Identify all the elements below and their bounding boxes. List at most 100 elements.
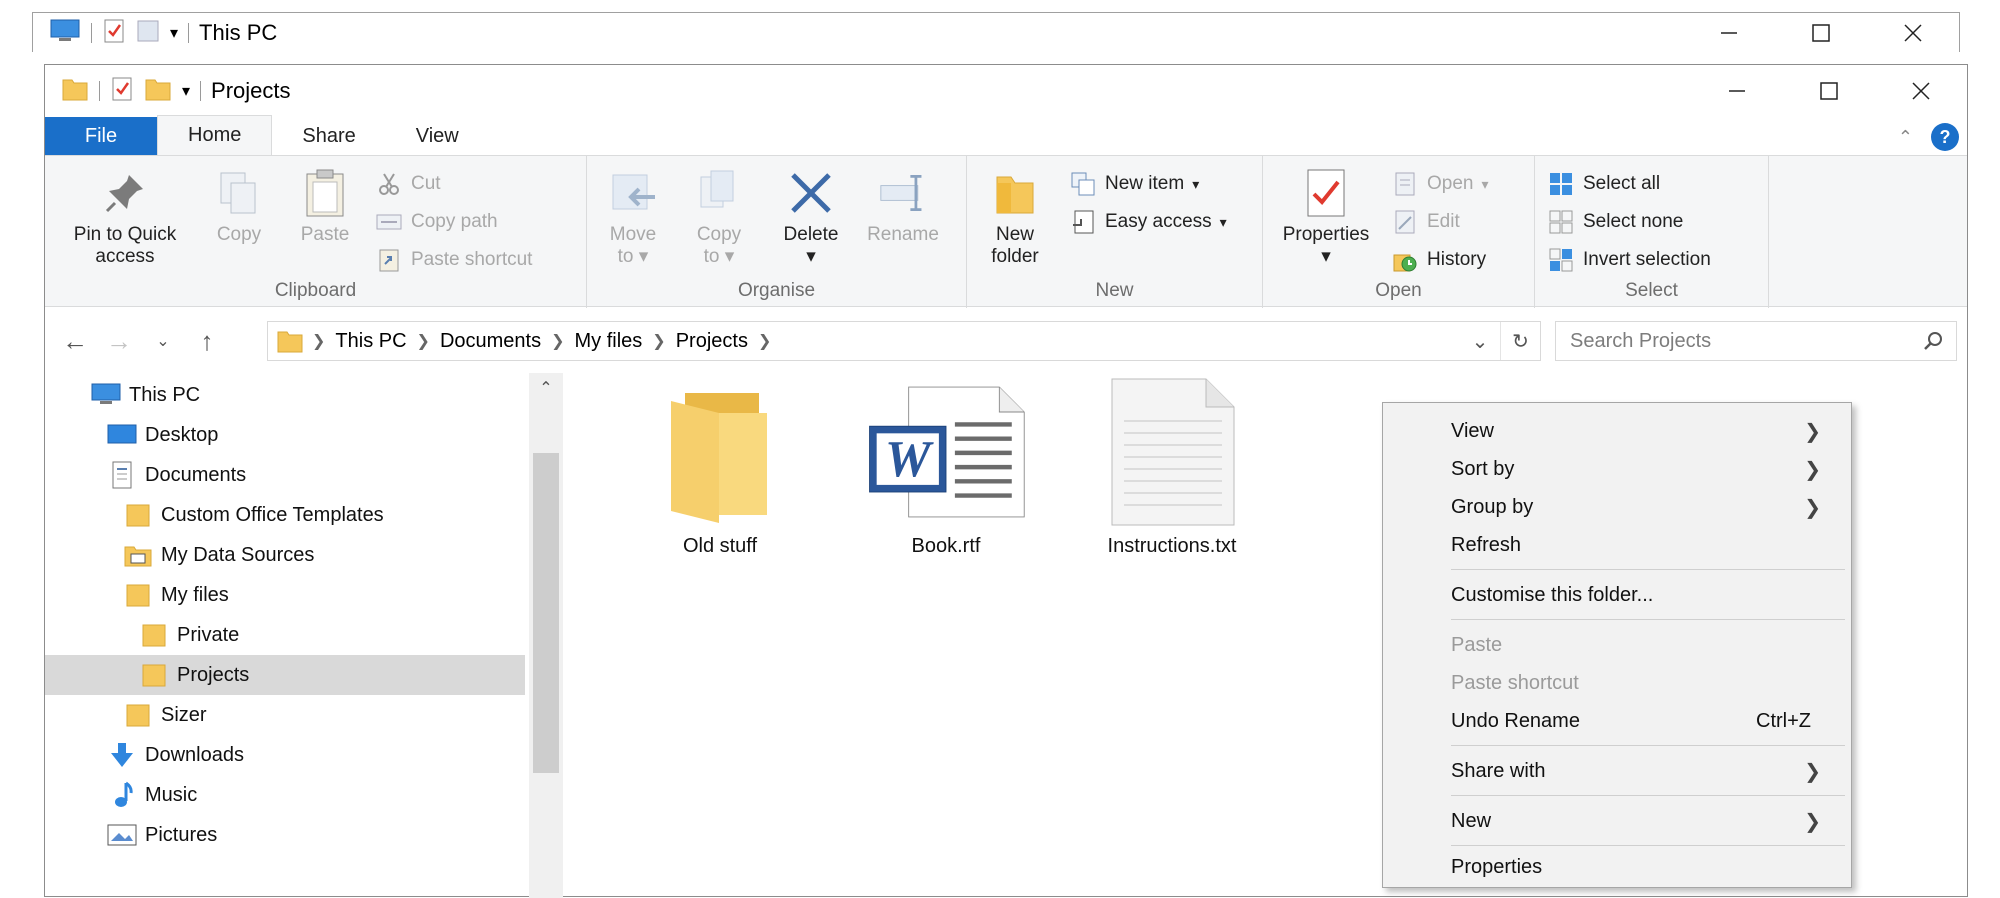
edit-button[interactable]: Edit	[1391, 208, 1460, 236]
clipboard-group: Pin to Quick access Copy Paste Cut Copy …	[45, 156, 587, 308]
cut-button[interactable]: Cut	[375, 170, 441, 198]
tree-item-my-data-sources[interactable]: My Data Sources	[45, 535, 525, 575]
file-item-book-rtf[interactable]: W Book.rtf	[841, 377, 1051, 558]
copy-to-button[interactable]: Copy to ▾	[683, 168, 755, 268]
chevron-down-icon[interactable]: ▾	[182, 81, 190, 101]
tab-file[interactable]: File	[45, 117, 157, 155]
forward-arrow-icon[interactable]: →	[97, 321, 141, 361]
select-all-icon	[1547, 170, 1575, 198]
tree-item-desktop[interactable]: Desktop	[45, 415, 525, 455]
breadcrumb-separator-icon[interactable]: ❯	[417, 331, 430, 351]
breadcrumb-projects[interactable]: Projects	[666, 330, 758, 353]
help-icon[interactable]: ?	[1931, 123, 1959, 151]
select-all-button[interactable]: Select all	[1547, 170, 1660, 198]
copy-button[interactable]: Copy	[199, 168, 279, 246]
delete-button[interactable]: Delete ▾	[767, 168, 855, 268]
properties-check-icon[interactable]	[102, 18, 126, 49]
tree-item-pictures[interactable]: Pictures	[45, 815, 525, 855]
refresh-icon[interactable]: ↻	[1500, 322, 1540, 360]
open-button[interactable]: Open ▾	[1391, 170, 1489, 198]
scroll-up-chevron-icon[interactable]: ⌃	[529, 373, 563, 403]
menu-item-share-with[interactable]: Share with ❯	[1383, 753, 1851, 789]
new-folder-button[interactable]: New folder	[977, 168, 1053, 268]
background-window-title: This PC	[199, 20, 278, 45]
tree-item-this-pc[interactable]: This PC	[45, 375, 525, 415]
new-item-button[interactable]: New item ▾	[1069, 170, 1199, 198]
paste-button[interactable]: Paste	[285, 168, 365, 246]
menu-item-properties[interactable]: Properties	[1383, 849, 1851, 885]
tree-item-custom-office-templates[interactable]: Custom Office Templates	[45, 495, 525, 535]
breadcrumb-separator-icon[interactable]: ❯	[312, 331, 325, 351]
new-folder-icon[interactable]	[144, 76, 172, 107]
move-to-button[interactable]: Move to ▾	[597, 168, 669, 268]
history-button[interactable]: History	[1391, 246, 1486, 274]
menu-item-undo-rename[interactable]: Undo Rename Ctrl+Z	[1383, 703, 1851, 739]
new-folder-icon	[991, 168, 1039, 218]
menu-item-view[interactable]: View ❯	[1383, 413, 1851, 449]
pictures-icon	[107, 821, 137, 849]
breadcrumb-documents[interactable]: Documents	[430, 330, 551, 353]
close-button[interactable]	[1875, 65, 1967, 117]
navigation-pane-scrollbar[interactable]: ⌃	[529, 373, 563, 898]
invert-selection-button[interactable]: Invert selection	[1547, 246, 1711, 274]
select-none-button[interactable]: Select none	[1547, 208, 1683, 236]
tree-item-private[interactable]: Private	[45, 615, 525, 655]
easy-access-button[interactable]: Easy access ▾	[1069, 208, 1227, 236]
scrollbar-thumb[interactable]	[533, 453, 559, 773]
delete-x-icon	[787, 168, 835, 218]
tab-view[interactable]: View	[386, 117, 489, 155]
breadcrumb-separator-icon[interactable]: ❯	[652, 331, 665, 351]
folder-icon	[139, 621, 169, 649]
paste-shortcut-button[interactable]: Paste shortcut	[375, 246, 532, 274]
address-bar-controls: ⌄ ↻	[1460, 322, 1540, 360]
context-menu: View ❯ Sort by ❯ Group by ❯ Refresh Cust…	[1382, 402, 1852, 888]
copy-path-button[interactable]: Copy path	[375, 208, 498, 236]
search-input[interactable]: Search Projects	[1570, 330, 1711, 353]
breadcrumb-separator-icon[interactable]: ❯	[758, 331, 771, 351]
pin-to-quick-access-button[interactable]: Pin to Quick access	[59, 168, 191, 268]
menu-item-sort-by[interactable]: Sort by ❯	[1383, 451, 1851, 487]
background-titlebar: ▾ This PC	[33, 13, 1959, 53]
minimize-button[interactable]	[1683, 13, 1775, 53]
menu-item-group-by[interactable]: Group by ❯	[1383, 489, 1851, 525]
menu-item-new[interactable]: New ❯	[1383, 803, 1851, 839]
back-arrow-icon[interactable]: ←	[53, 321, 97, 361]
tree-item-sizer[interactable]: Sizer	[45, 695, 525, 735]
breadcrumb-this-pc[interactable]: This PC	[325, 330, 416, 353]
recent-locations-chevron-icon[interactable]: ⌄	[141, 321, 185, 361]
menu-item-customise-folder[interactable]: Customise this folder...	[1383, 577, 1851, 613]
close-button[interactable]	[1867, 13, 1959, 53]
breadcrumb-my-files[interactable]: My files	[565, 330, 653, 353]
chevron-down-icon[interactable]: ▾	[170, 23, 178, 43]
menu-item-paste[interactable]: Paste	[1383, 627, 1851, 663]
menu-item-paste-shortcut[interactable]: Paste shortcut	[1383, 665, 1851, 701]
shortcut-label: Ctrl+Z	[1756, 709, 1811, 732]
tree-item-my-files[interactable]: My files	[45, 575, 525, 615]
new-folder-icon[interactable]	[136, 19, 160, 48]
collapse-ribbon-icon[interactable]: ⌃	[1898, 127, 1913, 148]
breadcrumb-separator-icon[interactable]: ❯	[551, 331, 564, 351]
rename-button[interactable]: Rename	[857, 168, 949, 246]
tree-item-music[interactable]: Music	[45, 775, 525, 815]
clipboard-icon	[301, 168, 349, 218]
maximize-button[interactable]	[1783, 65, 1875, 117]
file-item-instructions-txt[interactable]: Instructions.txt	[1067, 377, 1277, 558]
up-arrow-icon[interactable]: ↑	[185, 321, 229, 361]
tab-home[interactable]: Home	[157, 115, 273, 155]
maximize-button[interactable]	[1775, 13, 1867, 53]
search-box[interactable]: Search Projects	[1555, 321, 1957, 361]
minimize-button[interactable]	[1691, 65, 1783, 117]
tree-item-projects[interactable]: Projects	[45, 655, 525, 695]
tree-item-documents[interactable]: Documents	[45, 455, 525, 495]
address-bar[interactable]: ❯ This PC ❯ Documents ❯ My files ❯ Proje…	[267, 321, 1541, 361]
copy-icon	[215, 168, 263, 218]
properties-button[interactable]: Properties ▾	[1271, 168, 1381, 268]
address-history-chevron-icon[interactable]: ⌄	[1460, 322, 1500, 360]
menu-separator	[1451, 845, 1845, 846]
file-item-old-stuff[interactable]: Old stuff	[615, 377, 825, 558]
search-icon[interactable]	[1922, 330, 1944, 358]
menu-item-refresh[interactable]: Refresh	[1383, 527, 1851, 563]
tab-share[interactable]: Share	[272, 117, 385, 155]
tree-item-downloads[interactable]: Downloads	[45, 735, 525, 775]
properties-check-icon[interactable]	[110, 76, 134, 107]
